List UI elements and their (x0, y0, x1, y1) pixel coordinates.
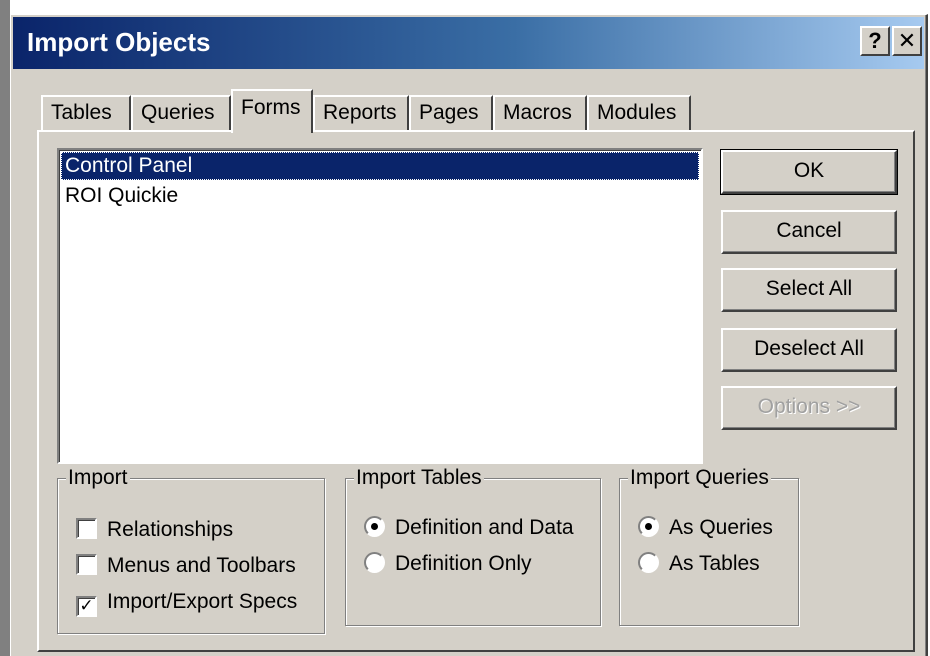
definition-and-data-label: Definition and Data (395, 516, 574, 539)
import-export-specs-checkbox[interactable]: ✓ Import/Export Specs (76, 589, 297, 617)
checkmark-icon: ✓ (76, 596, 97, 617)
menus-toolbars-label: Menus and Toolbars (107, 554, 296, 577)
tab-reports[interactable]: Reports (313, 95, 409, 131)
tab-pages[interactable]: Pages (409, 95, 493, 131)
dialog-title: Import Objects (27, 27, 211, 57)
background-edge (0, 0, 10, 656)
tab-panel-forms: Control Panel ROI Quickie OK Cancel Sele… (37, 130, 915, 652)
radio-selected-icon (364, 516, 385, 537)
ok-button[interactable]: OK (720, 149, 898, 195)
import-queries-group: Import Queries As Queries As Tables (619, 465, 799, 626)
as-tables-radio[interactable]: As Tables (638, 551, 760, 579)
definition-only-radio[interactable]: Definition Only (364, 551, 532, 579)
definition-and-data-radio[interactable]: Definition and Data (364, 515, 574, 543)
import-export-specs-label: Import/Export Specs (107, 590, 298, 613)
as-queries-radio[interactable]: As Queries (638, 515, 773, 543)
tab-tables[interactable]: Tables (41, 95, 131, 131)
relationships-checkbox[interactable]: Relationships (76, 517, 233, 545)
options-button: Options >> (721, 386, 897, 430)
import-tables-group-title: Import Tables (354, 465, 484, 491)
deselect-all-button[interactable]: Deselect All (721, 328, 897, 372)
menus-toolbars-checkbox[interactable]: Menus and Toolbars (76, 553, 296, 581)
import-group: Import Relationships Menus and Toolbars … (57, 465, 325, 634)
tab-macros[interactable]: Macros (493, 95, 587, 131)
checkbox-box (76, 554, 97, 575)
relationships-label: Relationships (107, 518, 234, 541)
as-tables-label: As Tables (669, 552, 760, 575)
close-icon: ✕ (897, 28, 917, 53)
definition-only-label: Definition Only (395, 552, 532, 575)
checkbox-box (76, 518, 97, 539)
title-bar[interactable]: Import Objects ? ✕ (13, 17, 924, 69)
import-queries-group-title: Import Queries (628, 465, 771, 491)
import-objects-dialog: Import Objects ? ✕ Tables Queries Forms … (10, 14, 928, 656)
radio-unselected-icon (638, 552, 659, 573)
tab-modules[interactable]: Modules (587, 95, 691, 131)
as-queries-label: As Queries (669, 516, 773, 539)
cancel-button[interactable]: Cancel (721, 210, 897, 254)
import-group-title: Import (66, 465, 130, 491)
help-button[interactable]: ? (860, 26, 890, 56)
screen: Import Objects ? ✕ Tables Queries Forms … (0, 0, 930, 656)
close-button[interactable]: ✕ (892, 26, 922, 56)
import-tables-group: Import Tables Definition and Data Defini… (345, 465, 601, 626)
list-item[interactable]: ROI Quickie (61, 182, 699, 210)
radio-selected-icon (638, 516, 659, 537)
list-item[interactable]: Control Panel (61, 152, 699, 180)
select-all-button[interactable]: Select All (721, 268, 897, 312)
tab-forms[interactable]: Forms (231, 89, 313, 133)
tab-queries[interactable]: Queries (131, 95, 231, 131)
radio-unselected-icon (364, 552, 385, 573)
objects-listbox[interactable]: Control Panel ROI Quickie (57, 148, 703, 464)
